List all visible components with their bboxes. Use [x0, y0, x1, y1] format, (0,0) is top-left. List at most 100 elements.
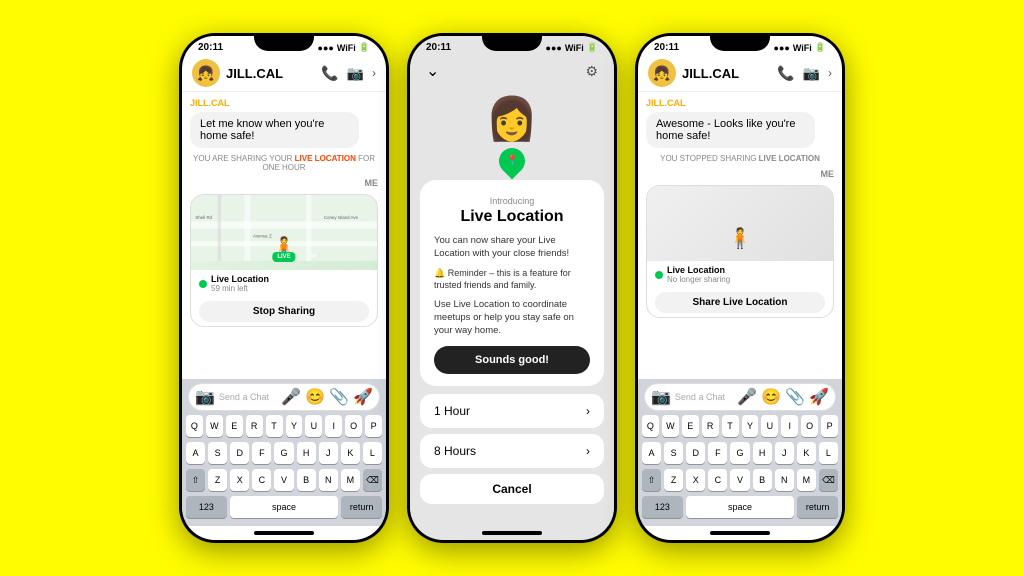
share-live-location-button[interactable]: Share Live Location	[655, 292, 825, 313]
key-z-r[interactable]: Z	[664, 469, 683, 491]
key-u-r[interactable]: U	[761, 415, 778, 437]
key-123-left[interactable]: 123	[186, 496, 227, 518]
key-m-r[interactable]: M	[797, 469, 816, 491]
key-h-r[interactable]: H	[753, 442, 772, 464]
emoji-icon-left[interactable]: 😊	[305, 387, 325, 407]
emoji-icon-right[interactable]: 😊	[761, 387, 781, 407]
rocket-icon-right[interactable]: 🚀	[809, 387, 829, 407]
phone-middle: 20:11 ●●● WiFi 🔋 ⌄ ⚙ 👩 📍	[407, 33, 617, 543]
key-s[interactable]: S	[208, 442, 227, 464]
sticker-icon-right[interactable]: 📎	[785, 387, 805, 407]
key-q-r[interactable]: Q	[642, 415, 659, 437]
key-shift-right[interactable]: ⇧	[642, 469, 661, 491]
phone-icon-right[interactable]: 📞	[777, 65, 794, 82]
key-123-right[interactable]: 123	[642, 496, 683, 518]
camera-icon-right[interactable]: 📷	[651, 387, 671, 407]
video-icon-left[interactable]: 📷	[347, 65, 364, 82]
key-p-r[interactable]: P	[821, 415, 838, 437]
key-t-r[interactable]: T	[722, 415, 739, 437]
option-8-hours[interactable]: 8 Hours ›	[420, 434, 604, 468]
notch-middle	[482, 33, 542, 51]
back-chevron-middle[interactable]: ⌄	[426, 61, 439, 81]
key-i[interactable]: I	[325, 415, 342, 437]
key-w-r[interactable]: W	[662, 415, 679, 437]
video-icon-right[interactable]: 📷	[803, 65, 820, 82]
chevron-icon-right[interactable]: ›	[828, 66, 832, 80]
key-v-r[interactable]: V	[730, 469, 749, 491]
key-space-left[interactable]: space	[230, 496, 339, 518]
rocket-icon-left[interactable]: 🚀	[353, 387, 373, 407]
camera-icon-left[interactable]: 📷	[195, 387, 215, 407]
key-return-right[interactable]: return	[797, 496, 838, 518]
key-c-r[interactable]: C	[708, 469, 727, 491]
chat-placeholder-right[interactable]: Send a Chat	[675, 392, 733, 402]
stop-sharing-button[interactable]: Stop Sharing	[199, 301, 369, 322]
sticker-icon-left[interactable]: 📎	[329, 387, 349, 407]
option-1-hour[interactable]: 1 Hour ›	[420, 394, 604, 428]
key-y[interactable]: Y	[286, 415, 303, 437]
key-g[interactable]: G	[274, 442, 293, 464]
key-shift-left[interactable]: ⇧	[186, 469, 205, 491]
key-m[interactable]: M	[341, 469, 360, 491]
key-o-r[interactable]: O	[801, 415, 818, 437]
key-a[interactable]: A	[186, 442, 205, 464]
stopped-sharing-label-right: YOU STOPPED SHARING LIVE LOCATION	[646, 154, 834, 163]
key-k-r[interactable]: K	[797, 442, 816, 464]
key-x[interactable]: X	[230, 469, 249, 491]
key-v[interactable]: V	[274, 469, 293, 491]
key-e-r[interactable]: E	[682, 415, 699, 437]
avatar-left: 👧	[192, 59, 220, 87]
key-d[interactable]: D	[230, 442, 249, 464]
key-q[interactable]: Q	[186, 415, 203, 437]
keyboard-rows-right: Q W E R T Y U I O P A S D	[640, 415, 840, 518]
key-y-r[interactable]: Y	[742, 415, 759, 437]
phone-icon-left[interactable]: 📞	[321, 65, 338, 82]
chevron-icon-left[interactable]: ›	[372, 66, 376, 80]
key-n-r[interactable]: N	[775, 469, 794, 491]
key-r[interactable]: R	[246, 415, 263, 437]
key-d-r[interactable]: D	[686, 442, 705, 464]
key-i-r[interactable]: I	[781, 415, 798, 437]
key-f-r[interactable]: F	[708, 442, 727, 464]
key-g-r[interactable]: G	[730, 442, 749, 464]
gear-icon-middle[interactable]: ⚙	[585, 63, 598, 80]
key-b-r[interactable]: B	[753, 469, 772, 491]
location-pin-icon: 📍	[494, 143, 531, 180]
key-e[interactable]: E	[226, 415, 243, 437]
key-r-r[interactable]: R	[702, 415, 719, 437]
mic-icon-left[interactable]: 🎤	[281, 387, 301, 407]
key-return-left[interactable]: return	[341, 496, 382, 518]
key-k[interactable]: K	[341, 442, 360, 464]
key-f[interactable]: F	[252, 442, 271, 464]
cancel-button[interactable]: Cancel	[420, 474, 604, 504]
key-x-r[interactable]: X	[686, 469, 705, 491]
key-j[interactable]: J	[319, 442, 338, 464]
key-u[interactable]: U	[305, 415, 322, 437]
key-o[interactable]: O	[345, 415, 362, 437]
chevron-option1: ›	[586, 404, 590, 418]
time-left: 20:11	[198, 42, 223, 53]
key-s-r[interactable]: S	[664, 442, 683, 464]
keyboard-left: 📷 Send a Chat 🎤 😊 📎 🚀 Q W E R T Y	[182, 379, 386, 526]
green-dot-left	[199, 280, 207, 288]
key-j-r[interactable]: J	[775, 442, 794, 464]
key-z[interactable]: Z	[208, 469, 227, 491]
key-w[interactable]: W	[206, 415, 223, 437]
key-t[interactable]: T	[266, 415, 283, 437]
key-n[interactable]: N	[319, 469, 338, 491]
key-l-r[interactable]: L	[819, 442, 838, 464]
key-h[interactable]: H	[297, 442, 316, 464]
key-l[interactable]: L	[363, 442, 382, 464]
sounds-good-button[interactable]: Sounds good!	[434, 346, 590, 374]
key-b[interactable]: B	[297, 469, 316, 491]
key-delete-left[interactable]: ⌫	[363, 469, 382, 491]
key-delete-right[interactable]: ⌫	[819, 469, 838, 491]
key-c[interactable]: C	[252, 469, 271, 491]
key-space-right[interactable]: space	[686, 496, 795, 518]
key-p[interactable]: P	[365, 415, 382, 437]
status-icons-right: ●●● WiFi 🔋	[774, 42, 826, 53]
chat-placeholder-left[interactable]: Send a Chat	[219, 392, 277, 402]
mic-icon-right[interactable]: 🎤	[737, 387, 757, 407]
key-a-r[interactable]: A	[642, 442, 661, 464]
key-row-4-left: 123 space return	[186, 496, 382, 518]
